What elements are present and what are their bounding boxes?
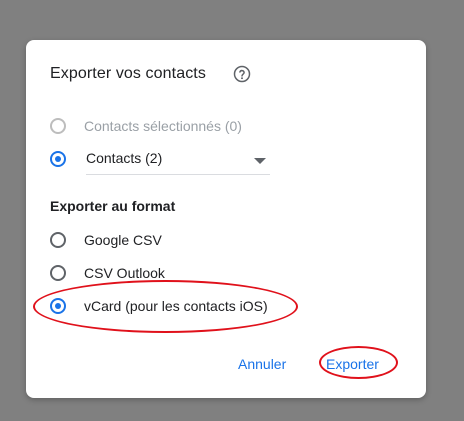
radio-selected-contacts: Contacts sélectionnés (0) bbox=[50, 116, 242, 136]
chevron-down-icon bbox=[254, 158, 266, 164]
radio-label: Google CSV bbox=[84, 232, 162, 248]
radio-csv-outlook[interactable]: CSV Outlook bbox=[50, 263, 165, 283]
radio-label: CSV Outlook bbox=[84, 265, 165, 281]
radio-button[interactable] bbox=[50, 151, 66, 167]
contacts-select[interactable]: Contacts (2) bbox=[86, 147, 270, 175]
radio-vcard[interactable]: vCard (pour les contacts iOS) bbox=[50, 296, 268, 316]
radio-button[interactable] bbox=[50, 298, 66, 314]
radio-label: Contacts sélectionnés (0) bbox=[84, 118, 242, 134]
radio-label: vCard (pour les contacts iOS) bbox=[84, 298, 268, 314]
dialog-title: Exporter vos contacts bbox=[50, 65, 206, 82]
help-circle-icon[interactable] bbox=[233, 65, 251, 83]
radio-button[interactable] bbox=[50, 232, 66, 248]
format-heading: Exporter au format bbox=[50, 198, 176, 214]
cancel-button[interactable]: Annuler bbox=[238, 356, 286, 372]
radio-google-csv[interactable]: Google CSV bbox=[50, 230, 162, 250]
radio-button bbox=[50, 118, 66, 134]
radio-all-contacts[interactable] bbox=[50, 149, 66, 169]
radio-button[interactable] bbox=[50, 265, 66, 281]
export-button[interactable]: Exporter bbox=[326, 356, 379, 372]
export-contacts-dialog: Exporter vos contacts Contacts sélection… bbox=[26, 40, 426, 398]
select-value: Contacts (2) bbox=[86, 150, 163, 166]
